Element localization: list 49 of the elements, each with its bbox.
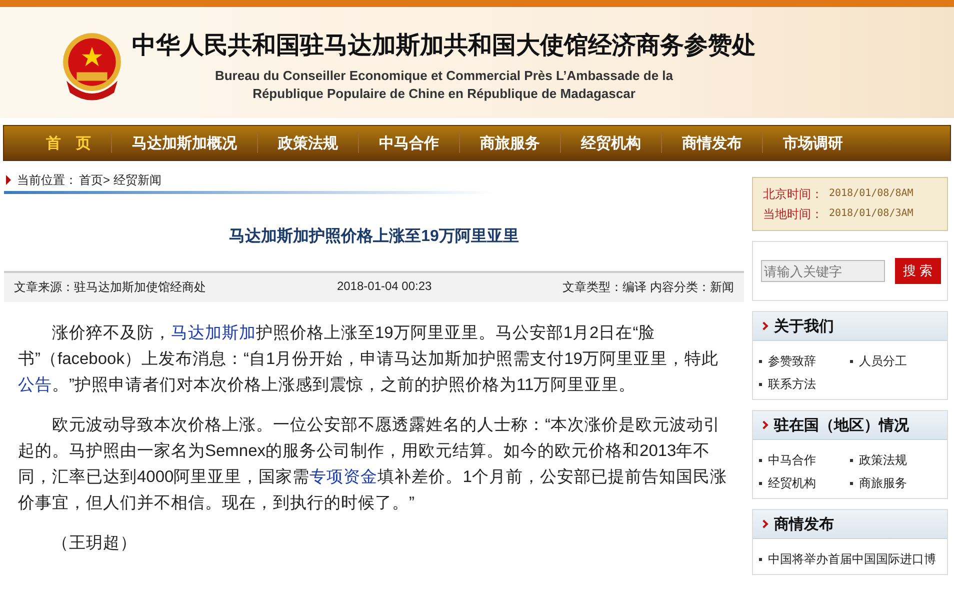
breadcrumb-label: 当前位置：	[17, 172, 77, 188]
nav-link[interactable]: 政策法规	[258, 134, 358, 152]
nav-link[interactable]: 经贸机构	[561, 134, 661, 152]
text-link[interactable]: 马达加斯加	[171, 324, 256, 342]
nav-link[interactable]: 马达加斯加概况	[112, 134, 257, 152]
bullet-icon	[759, 482, 762, 485]
article-paragraph: （王玥超）	[51, 533, 138, 554]
site-title: 中华人民共和国驻马达加斯加共和国大使馆经济商务参赞处	[132, 30, 756, 60]
time-value: 2018/01/08/3AM	[829, 207, 914, 221]
sidebar-link[interactable]: 人员分工	[859, 353, 907, 370]
site-subtitle: République Populaire de Chine en République de Madagascar	[252, 84, 636, 102]
article-date: 2018-01-04 00:23	[336, 279, 432, 295]
bullet-icon	[759, 383, 762, 386]
bullet-icon	[850, 482, 853, 485]
sidebar-link[interactable]: 中国将举办首届中国国际进口博	[768, 551, 936, 568]
nav-link[interactable]: 商情发布	[662, 134, 762, 152]
time-label: 当地时间：	[763, 206, 823, 223]
article-category: 文章类型：编译 内容分类：新闻	[562, 279, 734, 296]
search-button[interactable]: 搜 索	[895, 258, 941, 284]
bullet-icon	[759, 558, 762, 561]
article-paragraph: 欧元波动导致本次价格上涨。一位公安部不愿透露姓名的人士称：“本次涨价是欧元波动引起的。马护照由一家名为Semnex的服务公司制作，用欧元结算。如今的欧元价格和2013年不同，汇率已达到4000阿里亚里，国家需专项资金填补差价。1个月前，公安部已提前告知国民涨价事宜，但人们并不相信。现在，到执行的时候了。”	[18, 415, 728, 514]
article-source: 文章来源：驻马达加斯加使馆经商处	[14, 279, 206, 296]
time-value: 2018/01/08/8AM	[829, 187, 914, 201]
breadcrumb-link[interactable]: 首页> 经贸新闻	[79, 172, 162, 188]
sidebar-link[interactable]: 经贸机构	[768, 475, 816, 492]
arrow-icon	[6, 175, 11, 185]
time-label: 北京时间：	[763, 186, 823, 203]
site-subtitle: Bureau du Conseiller Economique et Commercial Près L’Ambassade de la	[214, 66, 674, 84]
text-link[interactable]: 公告	[18, 376, 52, 394]
article-paragraph: 涨价猝不及防，马达加斯加护照价格上涨至19万阿里亚里。马公安部1月2日在“脸书”（facebook）上发布消息：“自1月份开始，申请马达加斯加护照需支付19万阿里亚里，特此 公告。”护照申请者们对本次价格上涨感到震惊，之前的护照价格为11万阿里亚里。	[18, 323, 720, 396]
sidebar-link[interactable]: 政策法规	[859, 452, 907, 469]
bullet-icon	[759, 459, 762, 462]
sidebar-link[interactable]: 联系方法	[768, 376, 816, 393]
nav-link[interactable]: 中马合作	[359, 134, 459, 152]
sidebar-link[interactable]: 商旅服务	[859, 475, 907, 492]
article-title: 马达加斯加护照价格上涨至19万阿里亚里	[228, 226, 520, 247]
sidebar-link[interactable]: 参赞致辞	[768, 353, 816, 370]
nav-link[interactable]: 市场调研	[763, 134, 863, 152]
nav-link[interactable]: 首 页	[26, 134, 111, 152]
panel-title: 关于我们	[774, 316, 834, 336]
sidebar-link[interactable]: 中马合作	[768, 452, 816, 469]
panel-title: 驻在国（地区）情况	[774, 416, 909, 434]
panel-title: 商情发布	[774, 514, 834, 534]
bullet-icon	[850, 459, 853, 462]
search-field[interactable]: 请输入关键字	[761, 260, 885, 282]
nav-link[interactable]: 商旅服务	[460, 134, 560, 152]
bullet-icon	[850, 360, 853, 363]
bullet-icon	[759, 360, 762, 363]
text-link[interactable]: 专项资金	[310, 468, 378, 486]
